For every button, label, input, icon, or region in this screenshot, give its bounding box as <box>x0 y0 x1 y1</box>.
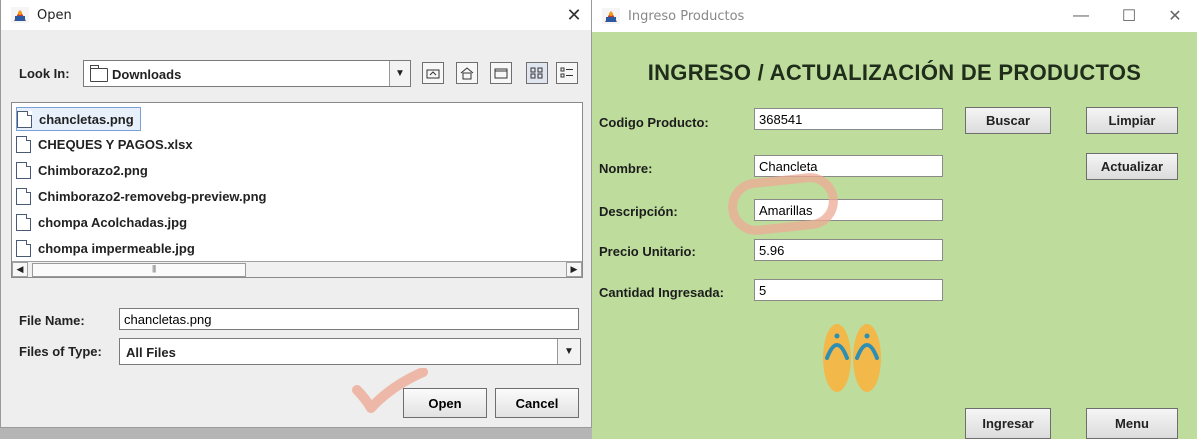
file-icon <box>17 110 32 128</box>
java-app-icon <box>602 8 620 24</box>
cantidad-label: Cantidad Ingresada: <box>599 285 724 300</box>
file-item[interactable]: Chimborazo2.png <box>16 159 148 181</box>
java-app-icon <box>11 7 29 23</box>
file-icon <box>16 135 31 153</box>
file-item[interactable]: CHEQUES Y PAGOS.xlsx <box>16 133 193 155</box>
files-of-type-label: Files of Type: <box>19 344 102 359</box>
precio-label: Precio Unitario: <box>599 244 696 259</box>
menu-button[interactable]: Menu <box>1086 408 1178 439</box>
files-of-type-value: All Files <box>126 345 176 360</box>
file-icon <box>16 239 31 257</box>
file-icon <box>16 187 31 205</box>
file-name-label: File Name: <box>19 313 85 328</box>
new-folder-icon <box>494 68 508 79</box>
file-item[interactable]: chompa Acolchadas.jpg <box>16 211 187 233</box>
background-strip <box>0 428 592 439</box>
file-item[interactable]: chancletas.png <box>16 107 141 131</box>
close-icon[interactable]: ✕ <box>1155 0 1195 32</box>
look-in-value: Downloads <box>112 67 182 82</box>
home-icon <box>460 66 474 79</box>
cantidad-input[interactable] <box>754 279 943 301</box>
file-icon <box>16 213 31 231</box>
descripcion-label: Descripción: <box>599 204 678 219</box>
chevron-down-icon[interactable]: ▼ <box>557 339 580 364</box>
chevron-down-icon[interactable]: ▼ <box>389 61 410 86</box>
cancel-button[interactable]: Cancel <box>495 388 579 418</box>
highlight-annotation <box>725 170 841 238</box>
limpiar-button[interactable]: Limpiar <box>1086 107 1178 134</box>
file-list[interactable]: chancletas.png CHEQUES Y PAGOS.xlsx Chim… <box>11 102 583 278</box>
details-view-button[interactable] <box>556 62 578 84</box>
open-file-dialog: Open ✕ Look In: Downloads ▼ chancletas.p… <box>0 0 592 428</box>
file-icon <box>16 161 31 179</box>
flip-flops-image <box>823 324 881 392</box>
new-folder-button[interactable] <box>490 62 512 84</box>
ingreso-productos-window: Ingreso Productos — ☐ ✕ INGRESO / ACTUAL… <box>592 0 1197 439</box>
details-view-icon <box>560 67 573 78</box>
look-in-label: Look In: <box>19 66 70 81</box>
nombre-label: Nombre: <box>599 161 653 176</box>
horizontal-scrollbar[interactable]: ◀ ||| ▶ <box>12 261 582 277</box>
file-item[interactable]: Chimborazo2-removebg-preview.png <box>16 185 267 207</box>
precio-input[interactable] <box>754 239 943 261</box>
close-icon[interactable]: ✕ <box>557 0 591 30</box>
file-item[interactable]: chompa impermeable.jpg <box>16 237 195 259</box>
file-name-input[interactable] <box>119 308 579 330</box>
up-folder-button[interactable] <box>422 62 444 84</box>
scroll-left-icon[interactable]: ◀ <box>12 262 28 277</box>
ingreso-title: Ingreso Productos <box>628 8 745 24</box>
scroll-grip-icon: ||| <box>152 264 156 273</box>
codigo-input[interactable] <box>754 108 943 130</box>
actualizar-button[interactable]: Actualizar <box>1086 153 1178 180</box>
codigo-label: Codigo Producto: <box>599 115 709 130</box>
maximize-icon[interactable]: ☐ <box>1109 0 1149 32</box>
minimize-icon[interactable]: — <box>1061 0 1101 32</box>
nombre-input[interactable] <box>754 155 943 177</box>
form-heading: INGRESO / ACTUALIZACIÓN DE PRODUCTOS <box>647 60 1142 85</box>
ingresar-button[interactable]: Ingresar <box>965 408 1051 439</box>
open-button[interactable]: Open <box>403 388 487 418</box>
list-view-icon <box>530 67 543 79</box>
up-folder-icon <box>426 69 440 79</box>
files-of-type-combo[interactable]: All Files ▼ <box>119 338 581 365</box>
folder-icon <box>90 65 108 82</box>
buscar-button[interactable]: Buscar <box>965 107 1051 134</box>
scroll-right-icon[interactable]: ▶ <box>566 262 582 277</box>
open-dialog-title: Open <box>37 7 72 23</box>
open-dialog-titlebar[interactable]: Open ✕ <box>1 0 591 30</box>
list-view-button[interactable] <box>526 62 548 84</box>
look-in-combo[interactable]: Downloads ▼ <box>83 60 411 87</box>
home-button[interactable] <box>456 62 478 84</box>
ingreso-titlebar[interactable]: Ingreso Productos — ☐ ✕ <box>592 0 1197 32</box>
scrollbar-thumb[interactable] <box>32 263 246 277</box>
